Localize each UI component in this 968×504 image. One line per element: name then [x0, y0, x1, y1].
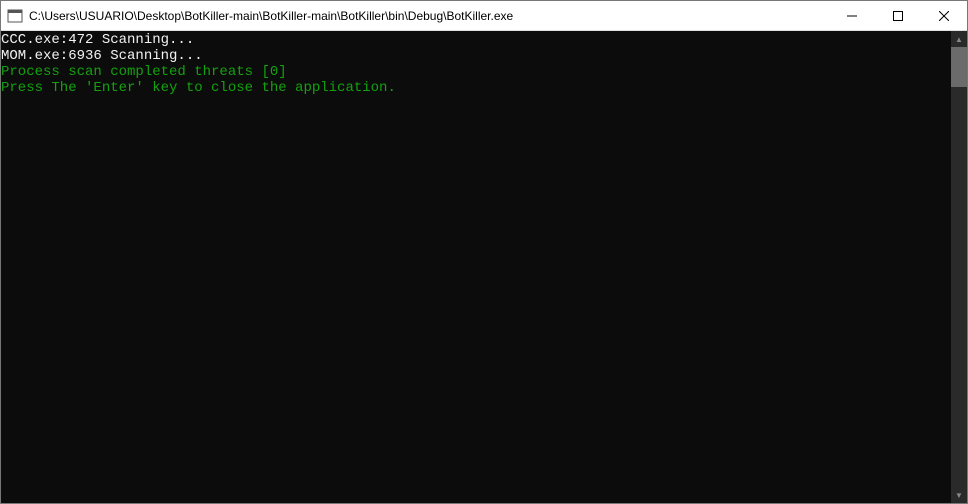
titlebar[interactable]: C:\Users\USUARIO\Desktop\BotKiller-main\…: [1, 1, 967, 31]
minimize-button[interactable]: [829, 1, 875, 30]
scroll-down-arrow[interactable]: ▼: [951, 487, 967, 503]
window-title: C:\Users\USUARIO\Desktop\BotKiller-main\…: [29, 9, 829, 23]
maximize-button[interactable]: [875, 1, 921, 30]
vertical-scrollbar[interactable]: ▲ ▼: [951, 31, 967, 503]
console-area: CCC.exe:472 Scanning...MOM.exe:6936 Scan…: [1, 31, 967, 503]
app-icon: [7, 8, 23, 24]
console-line: CCC.exe:472 Scanning...: [1, 32, 951, 48]
scroll-up-arrow[interactable]: ▲: [951, 31, 967, 47]
console-window: C:\Users\USUARIO\Desktop\BotKiller-main\…: [0, 0, 968, 504]
close-button[interactable]: [921, 1, 967, 30]
console-line: Process scan completed threats [0]: [1, 64, 951, 80]
window-controls: [829, 1, 967, 30]
console-output[interactable]: CCC.exe:472 Scanning...MOM.exe:6936 Scan…: [1, 31, 951, 503]
scrollbar-thumb[interactable]: [951, 47, 967, 87]
console-line: MOM.exe:6936 Scanning...: [1, 48, 951, 64]
console-line: Press The 'Enter' key to close the appli…: [1, 80, 951, 96]
